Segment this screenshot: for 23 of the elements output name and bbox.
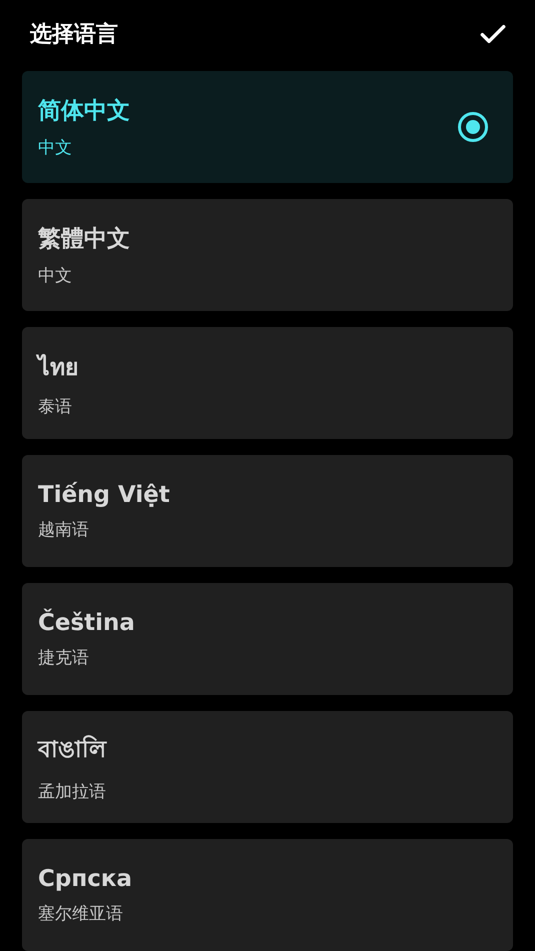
language-description: 中文 [38, 137, 73, 159]
language-option[interactable]: বাঙালি 孟加拉语 [22, 711, 513, 823]
language-name: Српска [38, 866, 132, 892]
language-option[interactable]: Čeština 捷克语 [22, 583, 513, 695]
language-name: ไทย [38, 353, 78, 382]
page-title: 选择语言 [30, 20, 118, 48]
language-name: 繁體中文 [38, 225, 130, 254]
language-option[interactable]: Српска 塞尔维亚语 [22, 839, 513, 951]
language-name: Čeština [38, 610, 135, 636]
language-description: 泰语 [38, 396, 73, 418]
language-description: 中文 [38, 265, 73, 287]
language-name: 简体中文 [38, 97, 130, 126]
language-description: 越南语 [38, 518, 90, 540]
language-option[interactable]: 简体中文 中文 [22, 71, 513, 183]
language-description: 塞尔维亚语 [38, 902, 124, 924]
language-name: বাঙালি [38, 734, 106, 765]
radio-selected-icon [457, 111, 489, 143]
language-option[interactable]: ไทย 泰语 [22, 327, 513, 439]
language-description: 捷克语 [38, 646, 90, 668]
language-option[interactable]: 繁體中文 中文 [22, 199, 513, 311]
language-name: Tiếng Việt [38, 482, 170, 508]
language-option[interactable]: Tiếng Việt 越南语 [22, 455, 513, 567]
language-description: 孟加拉语 [38, 781, 106, 803]
